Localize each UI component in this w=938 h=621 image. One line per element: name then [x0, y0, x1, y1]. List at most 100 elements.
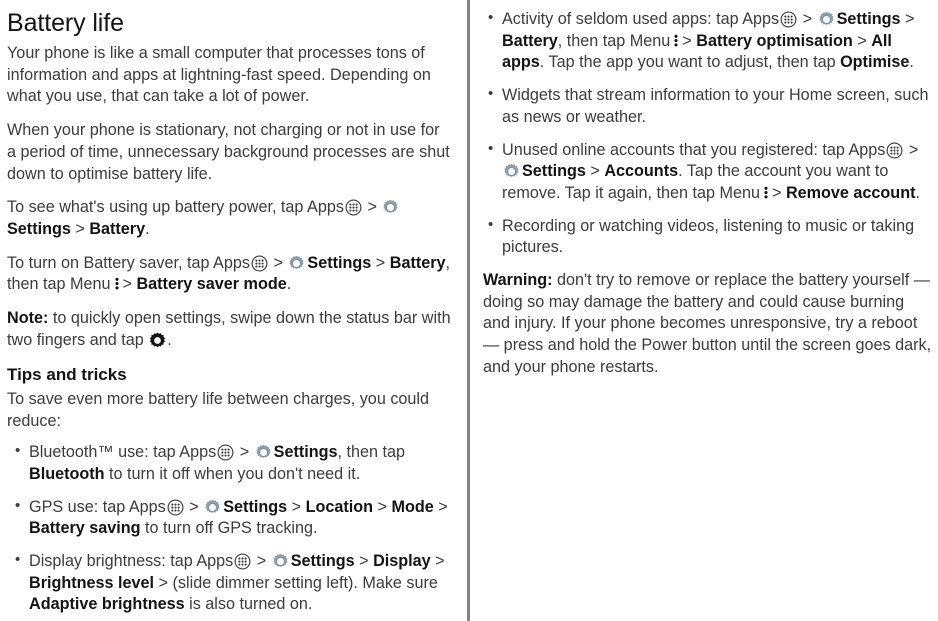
page-title: Battery life: [7, 9, 124, 37]
then-tap-menu-text: , then tap Menu: [557, 31, 671, 50]
arrow: >: [771, 183, 782, 202]
arrow: >: [359, 552, 369, 571]
menu-three-dots-icon: [763, 184, 769, 201]
see-usage-period: .: [145, 219, 150, 238]
list-item-unused-accounts-tip: Unused online accounts that you register…: [483, 139, 932, 205]
note-period: .: [167, 330, 172, 349]
list-item-seldom-used-apps-tip: Activity of seldom used apps: tap Apps >…: [483, 8, 932, 74]
bluetooth-tip-mid: , then tap: [337, 443, 406, 462]
arrow-5: >: [122, 275, 132, 294]
battery-saver-mode-crumb: Battery saver mode: [136, 275, 287, 294]
arrow: >: [438, 497, 448, 516]
tips-list-continued: Activity of seldom used apps: tap Apps >…: [483, 8, 932, 259]
optimise-crumb: Optimise: [840, 53, 910, 72]
arrow: >: [239, 443, 250, 462]
arrow: >: [908, 140, 919, 159]
tips-list: Bluetooth™ use: tap Apps > Settings, the…: [7, 441, 452, 621]
left-column: Battery life Your phone is like a small …: [0, 0, 452, 621]
apps-grid-icon: [886, 142, 903, 159]
settings-gear-icon: [382, 199, 399, 216]
apps-grid-icon: [251, 255, 268, 272]
apps-grid-icon: [167, 499, 184, 516]
manual-page: Battery life Your phone is like a small …: [0, 0, 938, 621]
bluetooth-crumb: Bluetooth: [29, 464, 105, 483]
settings-crumb: Settings: [273, 443, 338, 462]
settings-gear-icon: [204, 499, 221, 516]
arrow-2: >: [75, 219, 85, 238]
settings-crumb: Settings: [223, 497, 288, 516]
settings-crumb: Settings: [7, 219, 71, 238]
settings-crumb: Settings: [522, 162, 586, 181]
arrow: >: [291, 497, 302, 516]
remove-account-crumb: Remove account: [785, 183, 916, 202]
arrow: >: [682, 31, 692, 50]
list-item-display-brightness-tip: Display brightness: tap Apps > Settings …: [7, 550, 452, 616]
tips-intro-paragraph: To save even more battery life between c…: [7, 389, 430, 430]
right-column: Activity of seldom used apps: tap Apps >…: [480, 0, 932, 391]
battery-saver-lead: To turn on Battery saver, tap Apps: [7, 253, 250, 272]
note-paragraph: Note: to quickly open settings, swipe do…: [7, 308, 452, 351]
accounts-tip-period: .: [915, 183, 920, 202]
battery-saver-period: .: [286, 275, 292, 294]
brightness-level-crumb: Brightness level: [29, 573, 155, 592]
list-item-widgets-tip: Widgets that stream information to your …: [483, 84, 932, 128]
settings-crumb: Settings: [836, 10, 901, 28]
battery-saver-paragraph: To turn on Battery saver, tap Apps > Set…: [7, 253, 452, 296]
battery-crumb: Battery: [389, 253, 446, 272]
gps-tip-lead: GPS use: tap Apps: [29, 497, 166, 516]
adaptive-brightness-crumb: Adaptive brightness: [29, 595, 185, 614]
note-text: to quickly open settings, swipe down the…: [7, 309, 451, 349]
display-crumb: Display: [373, 552, 431, 571]
see-usage-lead: To see what's using up battery power, ta…: [7, 198, 344, 217]
mode-crumb: Mode: [391, 497, 434, 516]
accounts-tip-lead: Unused online accounts that you register…: [502, 140, 886, 159]
seldom-tip-mid: . Tap the app you want to adjust, then t…: [539, 53, 841, 72]
quick-settings-gear-icon: [149, 332, 166, 349]
settings-gear-icon: [503, 163, 520, 180]
arrow: >: [435, 552, 445, 571]
seldom-tip-lead: Activity of seldom used apps: tap Apps: [502, 10, 780, 28]
seldom-tip-period: .: [909, 53, 914, 72]
arrow: >: [857, 31, 867, 50]
apps-grid-icon: [217, 444, 234, 461]
location-crumb: Location: [305, 497, 374, 516]
menu-three-dots-icon: [114, 275, 120, 292]
arrow: >: [802, 10, 813, 28]
apps-grid-icon: [345, 199, 362, 216]
arrow: >: [377, 497, 387, 516]
tips-and-tricks-heading: Tips and tricks: [7, 365, 127, 385]
column-divider: [467, 0, 470, 621]
brightness-tip-tail: is also turned on.: [184, 595, 313, 614]
warning-paragraph: Warning: don't try to remove or replace …: [483, 270, 932, 379]
settings-gear-icon: [272, 553, 289, 570]
arrow: >: [256, 552, 267, 571]
accounts-crumb: Accounts: [604, 162, 679, 181]
settings-crumb: Settings: [290, 552, 355, 571]
brightness-tip-lead: Display brightness: tap Apps: [29, 552, 234, 571]
battery-crumb: Battery: [89, 219, 146, 238]
settings-gear-icon: [818, 11, 835, 28]
battery-saving-crumb: Battery saving: [29, 519, 141, 538]
arrow: >: [158, 573, 169, 592]
arrow: >: [590, 162, 600, 181]
note-label: Note:: [7, 309, 49, 328]
menu-three-dots-icon: [673, 32, 679, 49]
intro-paragraph-2: When your phone is stationary, not charg…: [7, 121, 450, 183]
battery-crumb: Battery: [502, 31, 558, 50]
arrow-1: >: [367, 198, 377, 217]
gps-tip-tail: to turn off GPS tracking.: [140, 519, 318, 538]
apps-grid-icon: [780, 11, 797, 28]
see-battery-usage-paragraph: To see what's using up battery power, ta…: [7, 197, 452, 240]
arrow-4: >: [375, 253, 386, 272]
battery-optimisation-crumb: Battery optimisation: [696, 31, 853, 50]
list-item-media-tip: Recording or watching videos, listening …: [483, 215, 932, 259]
settings-gear-icon: [288, 255, 305, 272]
list-item-bluetooth-tip: Bluetooth™ use: tap Apps > Settings, the…: [7, 441, 452, 485]
warning-label: Warning:: [483, 271, 553, 290]
intro-paragraph-1: Your phone is like a small computer that…: [7, 44, 431, 106]
arrow: >: [189, 497, 199, 516]
bluetooth-tip-lead: Bluetooth™ use: tap Apps: [29, 443, 217, 462]
arrow-3: >: [273, 253, 283, 272]
settings-crumb: Settings: [307, 253, 372, 272]
list-item-gps-tip: GPS use: tap Apps > Settings > Location …: [7, 496, 452, 540]
